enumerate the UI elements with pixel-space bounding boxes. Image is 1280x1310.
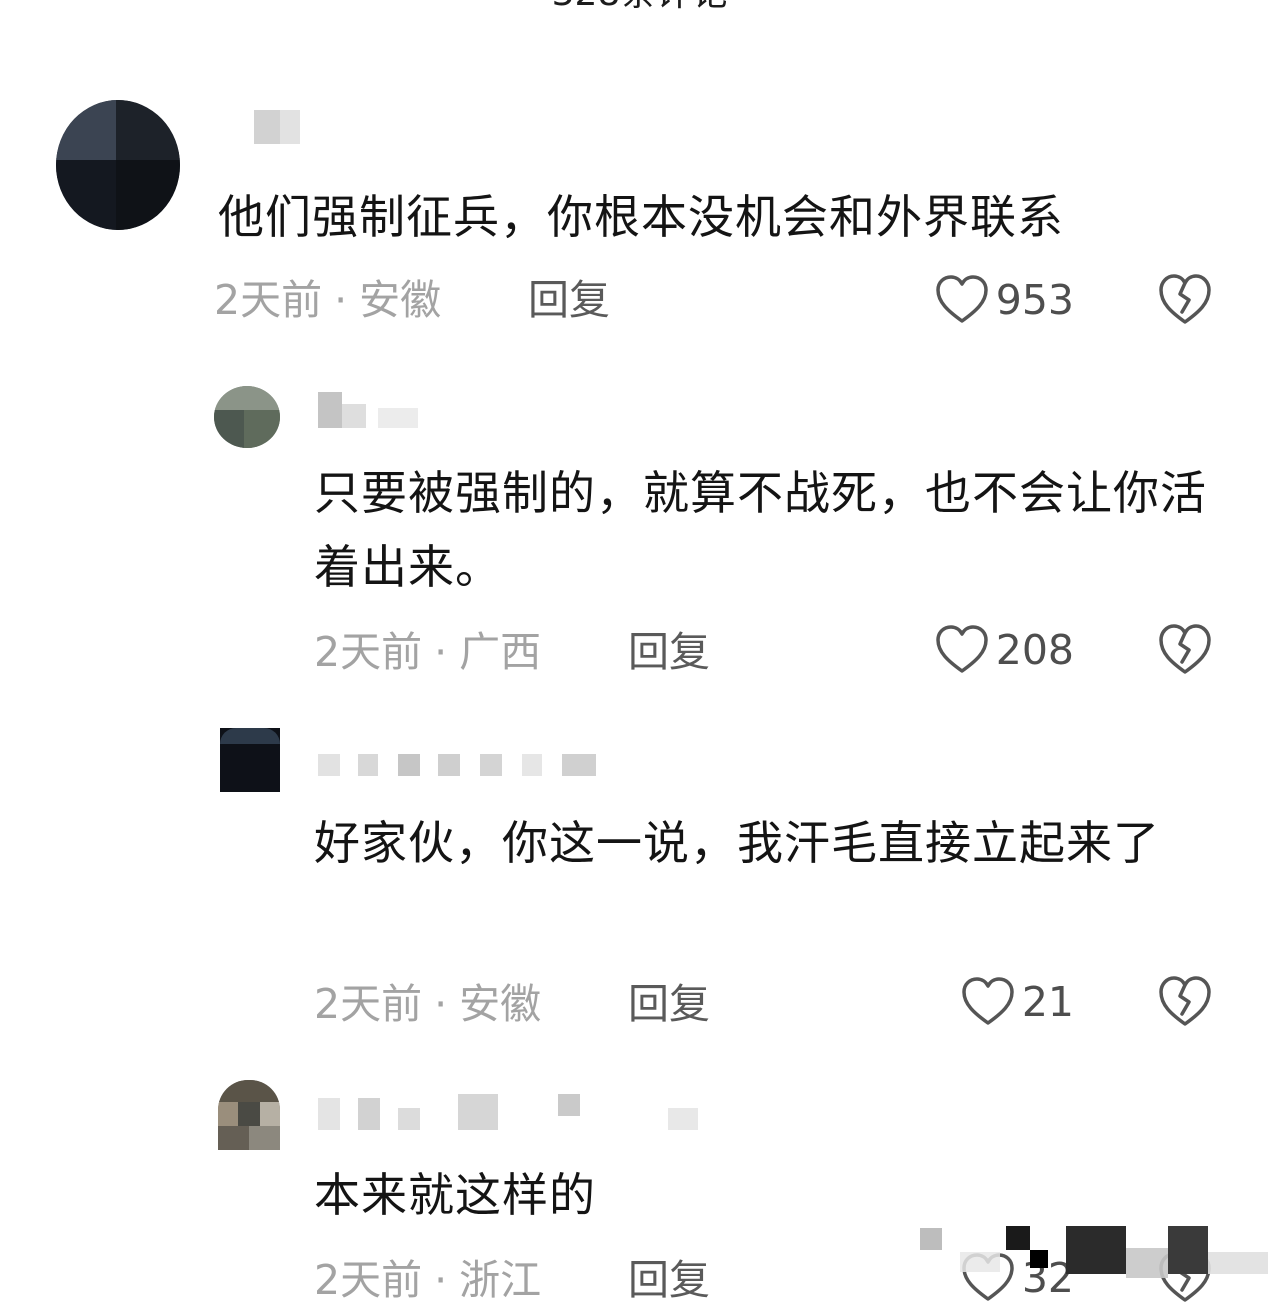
reply-button[interactable]: 回复 xyxy=(628,1256,710,1304)
comment-location: 浙江 xyxy=(459,1256,542,1304)
comment-text: 本来就这样的 xyxy=(314,1168,596,1222)
broken-heart-icon xyxy=(1156,976,1214,1034)
comment-location: 广西 xyxy=(459,628,542,676)
like-count: 208 xyxy=(995,626,1074,674)
comment-text: 好家伙，你这一说，我汗毛直接立起来了 xyxy=(314,816,1160,870)
comment-time: 2天前 xyxy=(314,980,423,1028)
comment-meta: 2天前 · 安徽 xyxy=(214,276,442,324)
comment-text: 他们强制征兵，你根本没机会和外界联系 xyxy=(218,190,1064,244)
comment-meta: 2天前 · 安徽 xyxy=(314,980,542,1028)
like-count: 21 xyxy=(1021,978,1074,1026)
like-button[interactable]: 208 xyxy=(900,622,1074,678)
heart-outline-icon xyxy=(934,274,990,326)
avatar[interactable] xyxy=(218,1080,280,1150)
comment-location: 安徽 xyxy=(359,276,442,324)
avatar[interactable] xyxy=(56,100,180,230)
username[interactable] xyxy=(318,392,458,432)
reply-button[interactable]: 回复 xyxy=(628,628,710,676)
broken-heart-icon xyxy=(1156,274,1214,332)
dislike-button[interactable] xyxy=(1156,974,1214,1030)
comment-time: 2天前 xyxy=(314,628,423,676)
like-count: 953 xyxy=(995,276,1074,324)
comment-meta: 2天前 · 广西 xyxy=(314,628,542,676)
avatar[interactable] xyxy=(214,386,280,448)
comment-time: 2天前 xyxy=(214,276,323,324)
username[interactable] xyxy=(318,748,608,788)
comment-location: 安徽 xyxy=(459,980,542,1028)
comment-meta: 2天前 · 浙江 xyxy=(314,1256,542,1304)
like-button[interactable]: 953 xyxy=(900,272,1074,328)
heart-outline-icon xyxy=(934,624,990,676)
reply-button[interactable]: 回复 xyxy=(528,276,610,324)
like-button[interactable]: 21 xyxy=(900,974,1074,1030)
dislike-button[interactable] xyxy=(1156,622,1214,678)
avatar[interactable] xyxy=(220,728,280,792)
comments-count-title: 328条评论 xyxy=(0,0,1280,14)
pixelated-watermark xyxy=(890,1222,1280,1298)
reply-button[interactable]: 回复 xyxy=(628,980,710,1028)
broken-heart-icon xyxy=(1156,624,1214,682)
comment-time: 2天前 xyxy=(314,1256,423,1304)
username[interactable] xyxy=(318,1094,708,1134)
heart-outline-icon xyxy=(960,976,1016,1028)
comment-text: 只要被强制的，就算不战死，也不会让你活着出来。 xyxy=(314,466,1207,594)
username[interactable] xyxy=(218,110,308,150)
dislike-button[interactable] xyxy=(1156,272,1214,328)
